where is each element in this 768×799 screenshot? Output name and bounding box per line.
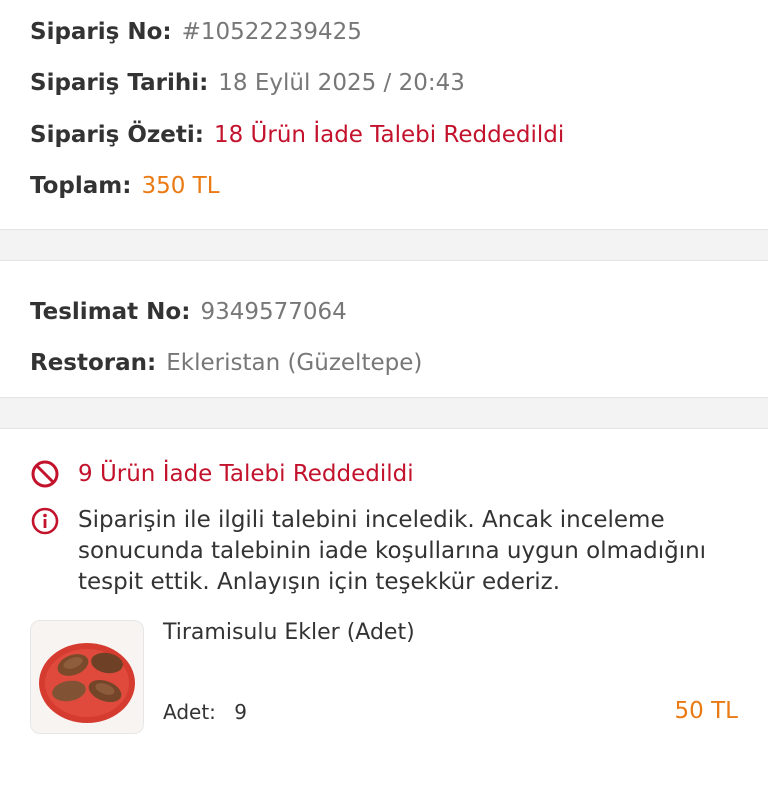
order-date-value: 18 Eylül 2025 / 20:43 [218, 70, 465, 97]
restaurant-row: Restoran: Ekleristan (Güzeltepe) [30, 338, 738, 390]
quantity-value: 9 [234, 700, 248, 724]
info-icon [30, 506, 60, 536]
order-total-label: Toplam: [30, 173, 132, 200]
refund-status: 9 Ürün İade Talebi Reddedildi [30, 451, 738, 497]
order-total-row: Toplam: 350 TL [30, 161, 738, 213]
order-date-label: Sipariş Tarihi: [30, 70, 209, 97]
quantity-label: Adet: [163, 700, 216, 724]
order-info-section: Sipariş No: #10522239425 Sipariş Tarihi:… [0, 0, 768, 229]
order-summary-label: Sipariş Özeti: [30, 121, 204, 148]
order-date-row: Sipariş Tarihi: 18 Eylül 2025 / 20:43 [30, 58, 738, 110]
delivery-number-label: Teslimat No: [30, 298, 191, 325]
restaurant-label: Restoran: [30, 350, 157, 377]
delivery-info-section: Teslimat No: 9349577064 Restoran: Ekleri… [0, 261, 768, 397]
order-summary-value: 18 Ürün İade Talebi Reddedildi [213, 121, 565, 148]
refund-status-text: 9 Ürün İade Talebi Reddedildi [78, 461, 414, 487]
delivery-number-value: 9349577064 [200, 298, 347, 325]
section-divider [0, 397, 768, 429]
restaurant-value: Ekleristan (Güzeltepe) [166, 350, 423, 377]
section-divider [0, 229, 768, 261]
refund-info: Siparişin ile ilgili talebini inceledik.… [30, 505, 738, 598]
product-price: 50 TL [674, 698, 738, 724]
order-summary-row: Sipariş Özeti: 18 Ürün İade Talebi Redde… [30, 109, 738, 161]
order-number-row: Sipariş No: #10522239425 [30, 6, 738, 58]
product-item[interactable]: Tiramisulu Ekler (Adet) Adet: 9 50 TL [30, 620, 738, 740]
refund-info-text: Siparişin ile ilgili talebini inceledik.… [78, 507, 707, 595]
product-quantity: Adet: 9 [163, 700, 247, 724]
product-image [30, 620, 144, 734]
order-number-label: Sipariş No: [30, 18, 172, 45]
order-total-value: 350 TL [141, 173, 220, 200]
prohibited-icon [30, 459, 60, 489]
order-number-value: #10522239425 [181, 18, 362, 45]
product-name: Tiramisulu Ekler (Adet) [163, 620, 415, 645]
delivery-number-row: Teslimat No: 9349577064 [30, 286, 738, 338]
refund-section: 9 Ürün İade Talebi Reddedildi Siparişin … [0, 429, 768, 799]
